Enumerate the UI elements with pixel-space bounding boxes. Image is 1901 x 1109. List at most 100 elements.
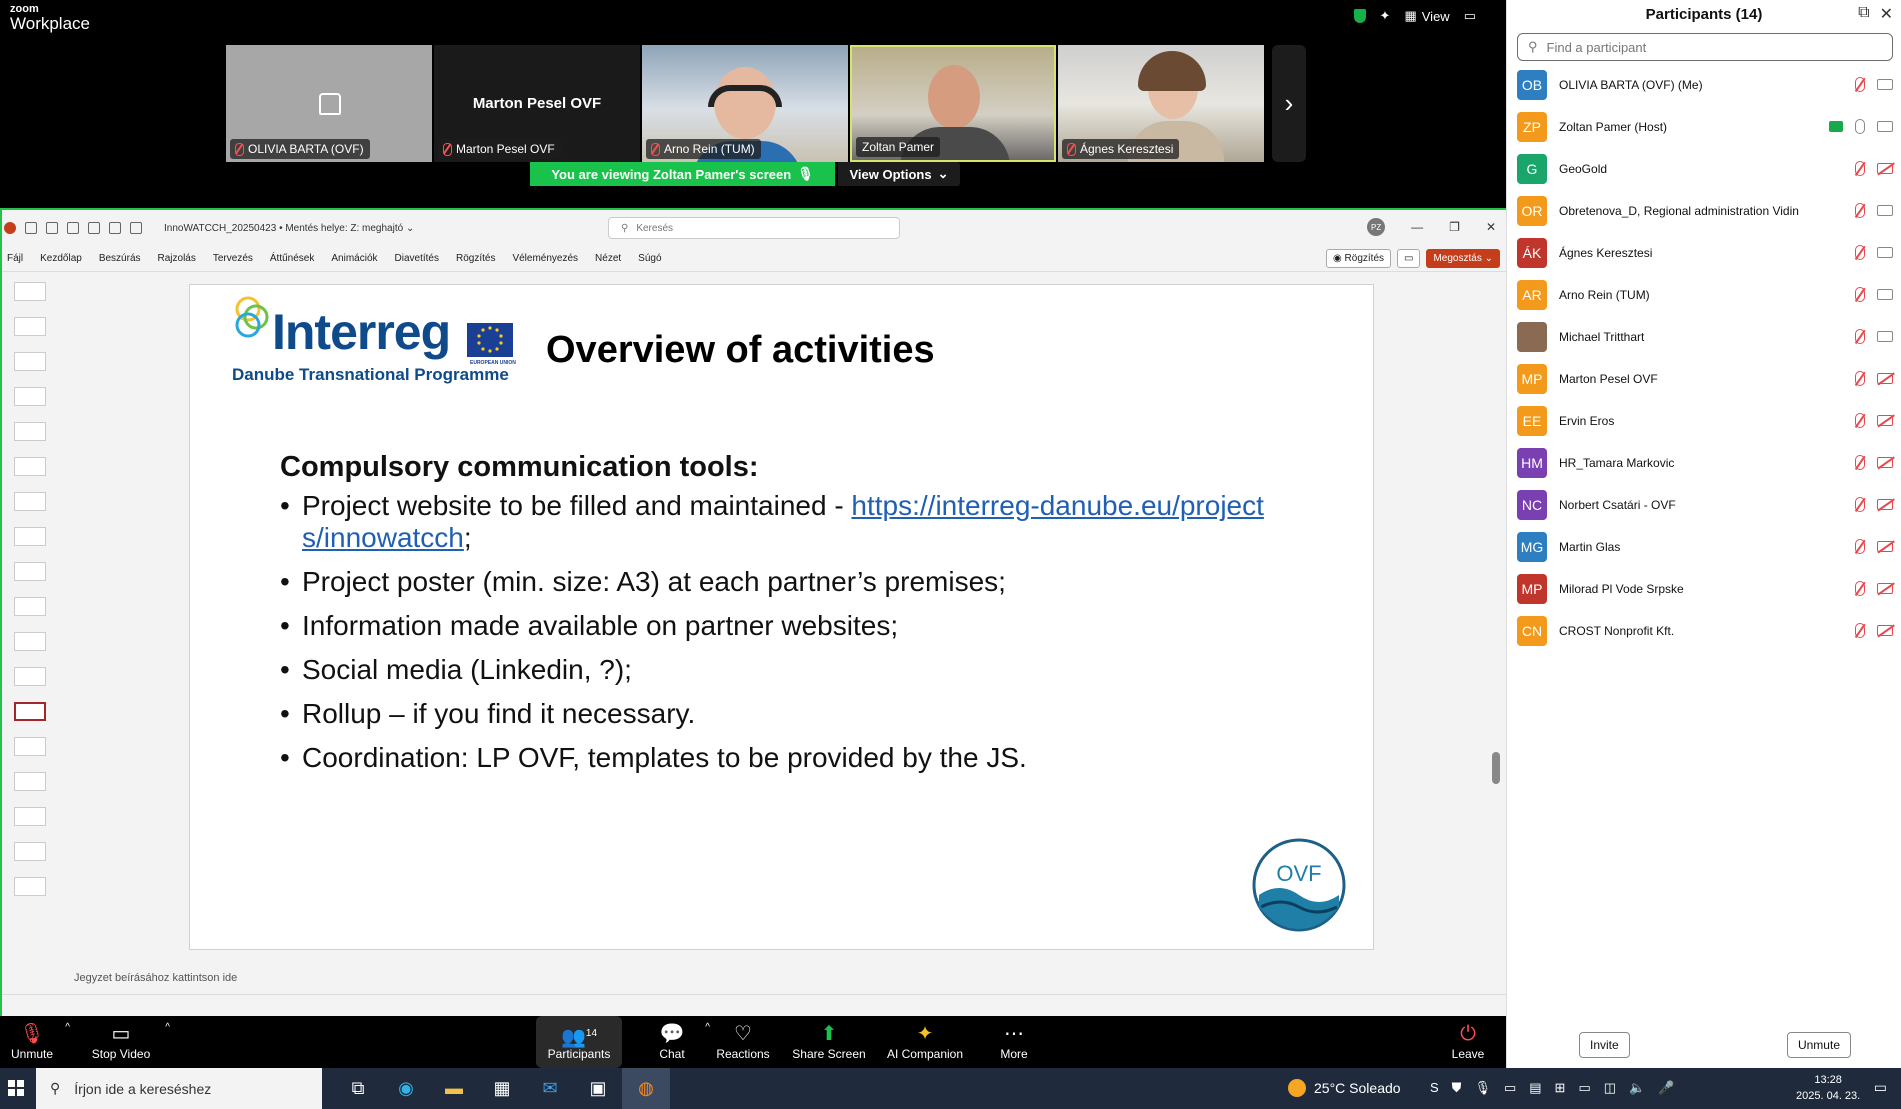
meet-icon[interactable]: ▭ bbox=[1504, 1080, 1516, 1096]
invite-button[interactable]: Invite bbox=[1579, 1032, 1630, 1058]
chevron-up-icon[interactable]: ^ bbox=[65, 1022, 70, 1033]
save-icon[interactable] bbox=[67, 222, 79, 234]
stop-video-button[interactable]: ▭ Stop Video ^ bbox=[86, 1016, 170, 1068]
firefox-icon[interactable]: ◍ bbox=[622, 1068, 670, 1109]
participant-row[interactable]: CN CROST Nonprofit Kft. bbox=[1517, 610, 1897, 652]
tab-home[interactable]: Kezdőlap bbox=[40, 253, 82, 264]
slide-thumbnail[interactable] bbox=[14, 877, 46, 896]
slide-thumbnail[interactable] bbox=[14, 352, 46, 371]
tab-slideshow[interactable]: Diavetítés bbox=[395, 253, 439, 264]
tab-file[interactable]: Fájl bbox=[7, 253, 23, 264]
participant-row[interactable]: Michael Tritthart bbox=[1517, 316, 1897, 358]
slide-thumbnail[interactable] bbox=[14, 737, 46, 756]
participant-row[interactable]: MP Milorad Pl Vode Srpske bbox=[1517, 568, 1897, 610]
fullscreen-icon[interactable]: ▭ bbox=[1464, 8, 1476, 24]
popout-icon[interactable]: ⧉ bbox=[1858, 4, 1869, 24]
participant-row[interactable]: MG Martin Glas bbox=[1517, 526, 1897, 568]
slide-scrollbar[interactable] bbox=[1492, 282, 1502, 962]
view-options-button[interactable]: View Options ⌄ bbox=[838, 162, 960, 186]
scrollbar-thumb[interactable] bbox=[1492, 752, 1500, 784]
edge-icon[interactable]: ◉ bbox=[382, 1068, 430, 1109]
mail-icon[interactable]: ✉ bbox=[526, 1068, 574, 1109]
video-tile-olivia[interactable]: OLIVIA BARTA (OVF) bbox=[226, 45, 432, 162]
leave-button[interactable]: ⏻ Leave bbox=[1448, 1016, 1488, 1068]
slide-thumbnail[interactable] bbox=[14, 492, 46, 511]
slide-thumbnail[interactable] bbox=[14, 597, 46, 616]
tab-animations[interactable]: Animációk bbox=[331, 253, 377, 264]
video-tile-agnes[interactable]: Ágnes Keresztesi bbox=[1058, 45, 1264, 162]
tab-insert[interactable]: Beszúrás bbox=[99, 253, 141, 264]
slide-thumbnail[interactable] bbox=[14, 282, 46, 301]
slide-thumbnail[interactable] bbox=[14, 422, 46, 441]
slide-thumbnail[interactable] bbox=[14, 457, 46, 476]
security-icon[interactable]: ⛊ bbox=[1452, 1080, 1462, 1096]
file-explorer-icon[interactable]: ▬ bbox=[430, 1068, 478, 1109]
chat-button[interactable]: 💬 Chat ^ bbox=[648, 1016, 710, 1068]
comments-icon[interactable]: ▭ bbox=[1397, 249, 1421, 268]
app-icon[interactable]: ▣ bbox=[574, 1068, 622, 1109]
participant-row[interactable]: ÁK Ágnes Keresztesi bbox=[1517, 232, 1897, 274]
tab-view[interactable]: Nézet bbox=[595, 253, 621, 264]
tab-transitions[interactable]: Áttűnések bbox=[270, 253, 314, 264]
find-participant-input[interactable]: ⚲ Find a participant bbox=[1517, 33, 1893, 61]
tab-design[interactable]: Tervezés bbox=[213, 253, 253, 264]
mic-icon[interactable]: 🎙 bbox=[1474, 1080, 1491, 1096]
slide-thumbnail[interactable] bbox=[14, 772, 46, 791]
slide-thumbnail[interactable] bbox=[14, 317, 46, 336]
chevron-up-icon[interactable]: ^ bbox=[705, 1022, 710, 1033]
participants-button[interactable]: 👥14 Participants bbox=[536, 1016, 622, 1068]
slide-thumbnail[interactable] bbox=[14, 667, 46, 686]
unmute-button[interactable]: 🎙 Unmute ^ bbox=[8, 1016, 70, 1068]
task-view-icon[interactable]: ⧉ bbox=[334, 1068, 382, 1109]
participant-row[interactable]: MP Marton Pesel OVF bbox=[1517, 358, 1897, 400]
participant-row[interactable]: HM HR_Tamara Markovic bbox=[1517, 442, 1897, 484]
close-icon[interactable]: ✕ bbox=[1880, 4, 1893, 24]
tab-draw[interactable]: Rajzolás bbox=[158, 253, 196, 264]
teams-icon[interactable]: ⊞ bbox=[1555, 1080, 1566, 1096]
notifications-icon[interactable]: ▭ bbox=[1874, 1079, 1887, 1096]
clock[interactable]: 13:28 2025. 04. 23. bbox=[1796, 1072, 1860, 1104]
view-button[interactable]: ▦ View bbox=[1404, 8, 1449, 24]
slide-thumbnail[interactable] bbox=[14, 842, 46, 861]
close-icon[interactable]: ✕ bbox=[1486, 220, 1496, 234]
slide-thumbnail-active[interactable] bbox=[14, 702, 46, 721]
slide-thumbnail[interactable] bbox=[14, 387, 46, 406]
participant-row[interactable]: EE Ervin Eros bbox=[1517, 400, 1897, 442]
slide-thumbnail[interactable] bbox=[14, 562, 46, 581]
tab-record[interactable]: Rögzítés bbox=[456, 253, 495, 264]
office-icon[interactable]: ▤ bbox=[1529, 1080, 1541, 1096]
redo-icon[interactable] bbox=[109, 222, 121, 234]
weather-widget[interactable]: 25°C Soleado bbox=[1288, 1079, 1401, 1097]
next-page-button[interactable]: › bbox=[1272, 45, 1306, 162]
ppt-search[interactable]: ⚲ Keresés bbox=[608, 217, 900, 239]
slide-canvas[interactable]: Interreg Danube Transnational Programme … bbox=[189, 284, 1374, 950]
spelling-icon[interactable] bbox=[130, 222, 142, 234]
store-icon[interactable]: ▦ bbox=[478, 1068, 526, 1109]
slide-thumbnail[interactable] bbox=[14, 632, 46, 651]
skype-icon[interactable]: S bbox=[1430, 1080, 1439, 1096]
undo-icon[interactable] bbox=[88, 222, 100, 234]
slide-thumbnail[interactable] bbox=[14, 807, 46, 826]
account-avatar[interactable]: PZ bbox=[1367, 218, 1386, 236]
share-button[interactable]: Megosztás ⌄ bbox=[1426, 249, 1500, 268]
notes-pane[interactable]: Jegyzet beírásához kattintson ide bbox=[74, 972, 237, 984]
new-icon[interactable] bbox=[25, 222, 37, 234]
minimize-icon[interactable]: — bbox=[1411, 220, 1423, 234]
encryption-shield-icon[interactable] bbox=[1353, 9, 1366, 23]
participant-row[interactable]: OR Obretenova_D, Regional administration … bbox=[1517, 190, 1897, 232]
start-icon[interactable] bbox=[8, 1080, 24, 1096]
record-button[interactable]: ◉ Rögzítés bbox=[1326, 249, 1392, 268]
mic-tray-icon[interactable]: 🎤 bbox=[1658, 1080, 1674, 1096]
chevron-up-icon[interactable]: ^ bbox=[165, 1022, 170, 1033]
video-tile-zoltan[interactable]: Zoltan Pamer bbox=[850, 45, 1056, 162]
ai-sparkle-icon[interactable]: ✦ bbox=[1380, 8, 1391, 24]
video-tile-marton[interactable]: Marton Pesel OVF Marton Pesel OVF bbox=[434, 45, 640, 162]
participant-row[interactable]: ZP Zoltan Pamer (Host) bbox=[1517, 106, 1897, 148]
document-title[interactable]: InnoWATCCH_20250423 • Mentés helye: Z: m… bbox=[164, 223, 414, 234]
volume-icon[interactable]: 🔈 bbox=[1629, 1080, 1645, 1096]
open-icon[interactable] bbox=[46, 222, 58, 234]
network-icon[interactable]: ◫ bbox=[1604, 1080, 1616, 1096]
participant-row[interactable]: AR Arno Rein (TUM) bbox=[1517, 274, 1897, 316]
participant-row[interactable]: G GeoGold bbox=[1517, 148, 1897, 190]
tab-review[interactable]: Véleményezés bbox=[512, 253, 578, 264]
